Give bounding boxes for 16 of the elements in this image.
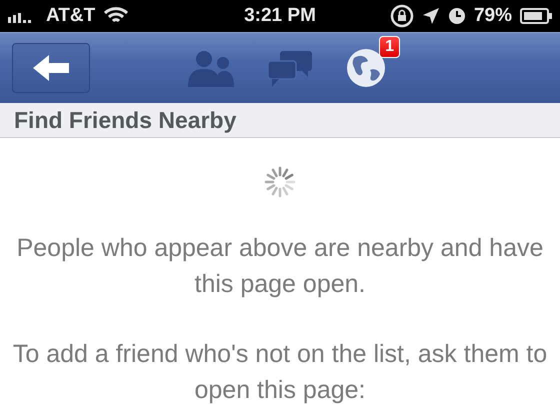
section-title: Find Friends Nearby: [14, 106, 236, 134]
clock-icon: [448, 6, 466, 25]
info-text: To add a friend who's not on the list, ask them to open this page:: [12, 339, 548, 406]
location-icon: [422, 6, 440, 25]
wifi-icon: [103, 6, 130, 25]
back-button[interactable]: [12, 43, 90, 94]
info-text: People who appear above are nearby and have this page open.: [16, 233, 544, 300]
loading-spinner-icon: [264, 166, 296, 198]
battery-icon: [520, 8, 552, 24]
carrier-name: AT&T: [46, 4, 96, 27]
notification-badge: 1: [379, 36, 400, 58]
back-arrow-icon: [31, 53, 71, 84]
status-time: 3:21 PM: [244, 4, 316, 27]
globe-icon[interactable]: [346, 48, 386, 88]
battery-percentage: 79%: [474, 4, 512, 27]
rotation-lock-icon: [390, 4, 414, 28]
